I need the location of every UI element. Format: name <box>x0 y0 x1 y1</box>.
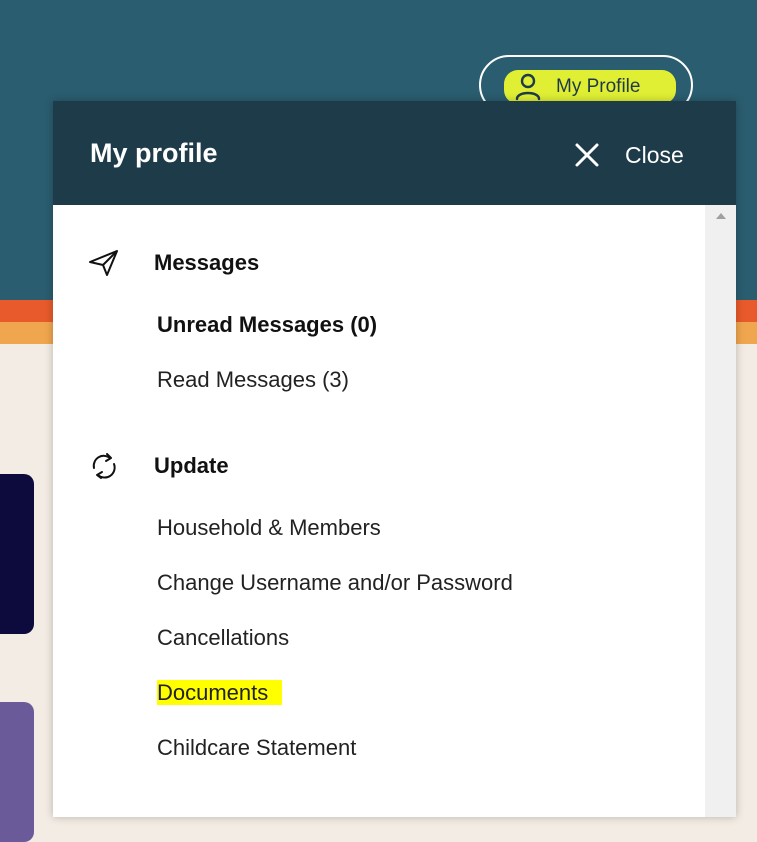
background-card-navy <box>0 474 34 634</box>
menu-item-household-members[interactable]: Household & Members <box>157 515 381 541</box>
section-messages-heading: Messages <box>88 248 259 278</box>
menu-item-unread-messages[interactable]: Unread Messages (0) <box>157 312 377 338</box>
highlighted-text: Documents <box>157 680 283 705</box>
profile-panel: My profile Close Messages Unread Message… <box>53 101 736 817</box>
user-icon <box>515 73 541 101</box>
close-button-label: Close <box>625 141 684 168</box>
panel-scrollbar[interactable] <box>705 205 736 817</box>
close-icon <box>575 143 599 167</box>
panel-title: My profile <box>90 138 218 168</box>
scroll-up-arrow-icon[interactable] <box>716 213 726 219</box>
paper-plane-icon <box>89 250 118 276</box>
section-update-heading: Update <box>88 451 229 481</box>
menu-item-documents[interactable]: Documents <box>157 680 283 706</box>
my-profile-button-label: My Profile <box>556 76 641 97</box>
menu-item-childcare-statement[interactable]: Childcare Statement <box>157 735 356 761</box>
menu-item-change-username-password[interactable]: Change Username and/or Password <box>157 570 513 596</box>
my-profile-button-highlight: My Profile <box>504 70 676 104</box>
menu-item-read-messages[interactable]: Read Messages (3) <box>157 367 349 393</box>
section-title-messages: Messages <box>154 250 260 275</box>
profile-panel-header: My profile Close <box>53 101 736 205</box>
refresh-icon <box>92 453 116 479</box>
background-card-purple <box>0 702 34 842</box>
section-title-update: Update <box>154 453 229 478</box>
close-button[interactable]: Close <box>573 137 684 173</box>
menu-item-cancellations[interactable]: Cancellations <box>157 625 289 651</box>
